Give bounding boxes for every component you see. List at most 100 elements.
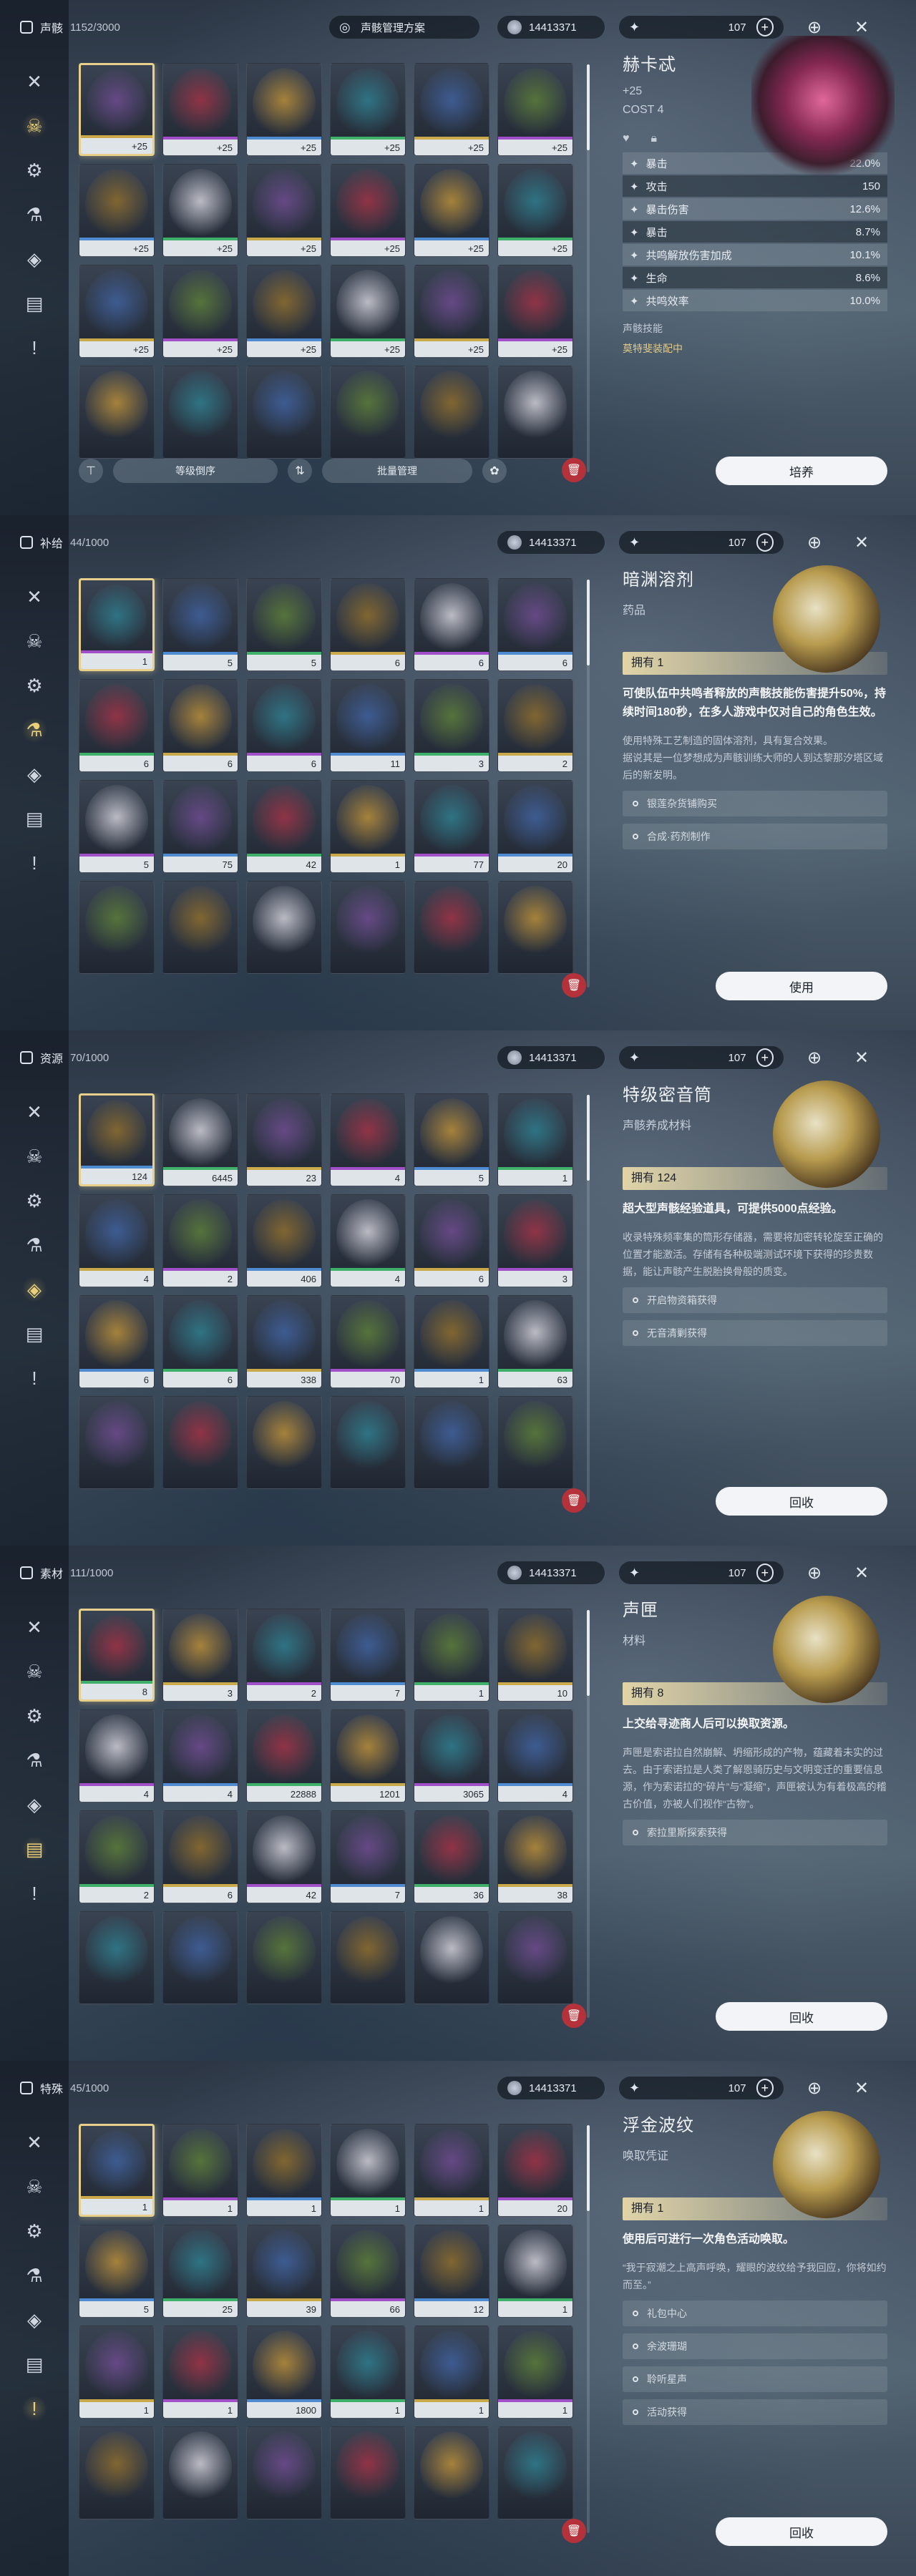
add-astrite-button[interactable]: + bbox=[756, 1563, 774, 1582]
echo-mask-icon[interactable]: ☠ bbox=[21, 2174, 47, 2200]
item-slot[interactable]: 23 bbox=[246, 1093, 322, 1186]
close-icon[interactable]: ✕ bbox=[850, 1561, 873, 1584]
item-slot[interactable]: 2 bbox=[246, 1609, 322, 1702]
item-slot[interactable]: 4 bbox=[79, 1709, 155, 1802]
item-slot[interactable] bbox=[246, 1396, 322, 1489]
resource-icon[interactable]: ◈ bbox=[21, 2307, 47, 2333]
favorite-icon[interactable]: ♥ bbox=[623, 132, 630, 145]
lock-icon[interactable]: 🔒︎ bbox=[651, 132, 658, 145]
scheme-button[interactable]: ◎ 声骸管理方案 bbox=[329, 16, 479, 39]
item-slot[interactable]: 3065 bbox=[414, 1709, 489, 1802]
primary-action-button[interactable]: 回收 bbox=[716, 2517, 887, 2546]
ring-icon[interactable]: ⚙ bbox=[21, 2218, 47, 2244]
ring-icon[interactable]: ⚙ bbox=[21, 157, 47, 183]
item-slot[interactable]: 1 bbox=[79, 578, 155, 671]
item-slot[interactable]: 6 bbox=[162, 679, 238, 772]
add-astrite-button[interactable]: + bbox=[756, 533, 774, 552]
echo-mask-icon[interactable]: ☠ bbox=[21, 628, 47, 654]
item-slot[interactable]: +25 bbox=[79, 164, 155, 257]
source-entry[interactable]: 无音清剿获得 bbox=[623, 1320, 887, 1346]
item-slot[interactable] bbox=[330, 881, 406, 974]
resource-icon[interactable]: ◈ bbox=[21, 246, 47, 272]
item-slot[interactable]: 1 bbox=[497, 2225, 573, 2318]
item-slot[interactable]: 7 bbox=[330, 1810, 406, 1903]
add-astrite-button[interactable]: + bbox=[756, 1048, 774, 1067]
item-slot[interactable]: +25 bbox=[497, 164, 573, 257]
item-slot[interactable] bbox=[497, 366, 573, 459]
source-entry[interactable]: 索拉里斯探索获得 bbox=[623, 1820, 887, 1845]
item-slot[interactable]: 6 bbox=[79, 1295, 155, 1388]
item-slot[interactable]: 77 bbox=[414, 780, 489, 873]
item-slot[interactable]: 2 bbox=[79, 1810, 155, 1903]
item-slot[interactable]: 6 bbox=[497, 578, 573, 671]
item-slot[interactable]: 1 bbox=[79, 2124, 155, 2217]
item-slot[interactable] bbox=[79, 1911, 155, 2004]
item-slot[interactable] bbox=[162, 1396, 238, 1489]
grid-scrollbar[interactable] bbox=[587, 64, 590, 472]
primary-action-button[interactable]: 培养 bbox=[716, 457, 887, 485]
item-slot[interactable]: +25 bbox=[162, 63, 238, 156]
item-slot[interactable]: 1 bbox=[497, 1093, 573, 1186]
item-slot[interactable]: 25 bbox=[162, 2225, 238, 2318]
resource-icon[interactable]: ◈ bbox=[21, 761, 47, 787]
item-slot[interactable]: 3 bbox=[414, 679, 489, 772]
special-icon[interactable]: ! bbox=[21, 1880, 47, 1906]
item-slot[interactable] bbox=[330, 366, 406, 459]
item-slot[interactable]: +25 bbox=[497, 265, 573, 358]
item-slot[interactable]: 5 bbox=[246, 578, 322, 671]
item-slot[interactable] bbox=[162, 366, 238, 459]
item-slot[interactable] bbox=[414, 366, 489, 459]
item-slot[interactable]: 2 bbox=[162, 1194, 238, 1287]
item-slot[interactable]: 5 bbox=[414, 1093, 489, 1186]
scroll-thumb[interactable] bbox=[587, 1610, 590, 1696]
item-slot[interactable]: 1800 bbox=[246, 2326, 322, 2419]
item-slot[interactable]: 10 bbox=[497, 1609, 573, 1702]
item-slot[interactable] bbox=[330, 1911, 406, 2004]
sword-icon[interactable]: ✕ bbox=[21, 69, 47, 94]
add-astrite-button[interactable]: + bbox=[756, 18, 774, 36]
item-slot[interactable]: 1 bbox=[246, 2124, 322, 2217]
source-entry[interactable]: 礼包中心 bbox=[623, 2301, 887, 2326]
grid-scrollbar[interactable] bbox=[587, 2125, 590, 2533]
item-slot[interactable]: 5 bbox=[162, 578, 238, 671]
sword-icon[interactable]: ✕ bbox=[21, 1614, 47, 1640]
material-icon[interactable]: ▤ bbox=[21, 1321, 47, 1347]
item-slot[interactable]: 75 bbox=[162, 780, 238, 873]
item-slot[interactable]: 6 bbox=[330, 578, 406, 671]
item-slot[interactable]: 6 bbox=[162, 1810, 238, 1903]
settings-icon[interactable]: ⊕ bbox=[803, 531, 826, 554]
supply-icon[interactable]: ⚗ bbox=[21, 1747, 47, 1773]
source-entry[interactable]: 银莲杂货铺购买 bbox=[623, 791, 887, 816]
discard-icon[interactable]: 🗑︎ bbox=[562, 458, 586, 482]
scroll-thumb[interactable] bbox=[587, 1095, 590, 1181]
item-slot[interactable]: 1 bbox=[79, 2326, 155, 2419]
item-slot[interactable]: +25 bbox=[330, 63, 406, 156]
settings-icon[interactable]: ⊕ bbox=[803, 1561, 826, 1584]
sort-button[interactable]: 等级倒序 bbox=[113, 459, 278, 483]
item-slot[interactable]: 1 bbox=[330, 2124, 406, 2217]
close-icon[interactable]: ✕ bbox=[850, 1046, 873, 1069]
supply-icon[interactable]: ⚗ bbox=[21, 1232, 47, 1258]
source-entry[interactable]: 合成·药剂制作 bbox=[623, 824, 887, 849]
item-slot[interactable]: 5 bbox=[79, 780, 155, 873]
item-slot[interactable] bbox=[497, 2426, 573, 2519]
item-slot[interactable]: 12 bbox=[414, 2225, 489, 2318]
item-slot[interactable]: 6445 bbox=[162, 1093, 238, 1186]
item-slot[interactable]: 39 bbox=[246, 2225, 322, 2318]
ring-icon[interactable]: ⚙ bbox=[21, 1188, 47, 1214]
supply-icon[interactable]: ⚗ bbox=[21, 202, 47, 228]
special-icon[interactable]: ! bbox=[21, 850, 47, 876]
discard-icon[interactable]: 🗑︎ bbox=[562, 1488, 586, 1513]
item-slot[interactable]: 1 bbox=[414, 2124, 489, 2217]
echo-mask-icon[interactable]: ☠ bbox=[21, 1659, 47, 1684]
discard-icon[interactable]: 🗑︎ bbox=[562, 973, 586, 997]
item-slot[interactable]: +25 bbox=[497, 63, 573, 156]
item-slot[interactable] bbox=[162, 1911, 238, 2004]
special-icon[interactable]: ! bbox=[21, 1365, 47, 1391]
item-slot[interactable]: 7 bbox=[330, 1609, 406, 1702]
item-slot[interactable]: 4 bbox=[79, 1194, 155, 1287]
scroll-thumb[interactable] bbox=[587, 580, 590, 665]
item-slot[interactable]: 20 bbox=[497, 2124, 573, 2217]
resource-icon[interactable]: ◈ bbox=[21, 1277, 47, 1302]
item-slot[interactable]: 4 bbox=[330, 1194, 406, 1287]
